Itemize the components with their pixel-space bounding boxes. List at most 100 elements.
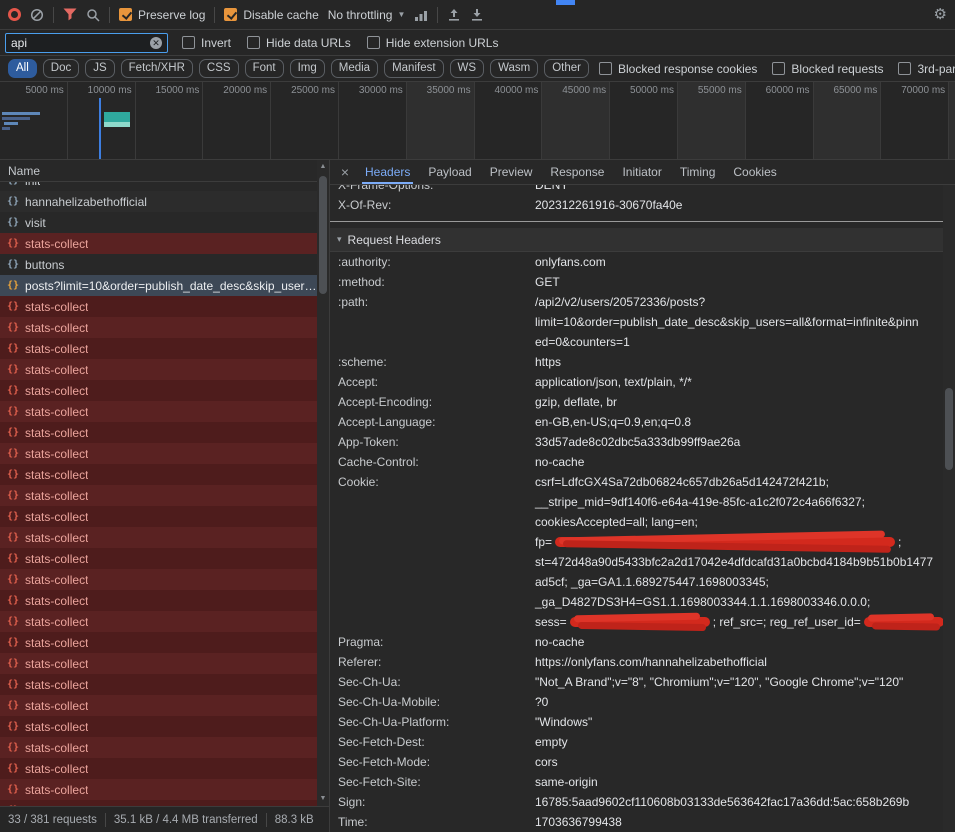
- header-name: Cache-Control:: [338, 452, 535, 472]
- request-row[interactable]: {}stats-collect: [0, 485, 317, 506]
- name-column-header[interactable]: Name: [0, 160, 329, 182]
- tab-initiator[interactable]: Initiator: [613, 160, 670, 184]
- preserve-log-checkbox[interactable]: [119, 8, 132, 21]
- hide-data-urls-checkbox[interactable]: [247, 36, 260, 49]
- throttling-select[interactable]: No throttling ▼: [328, 8, 406, 22]
- scroll-up-icon[interactable]: ▲: [317, 161, 329, 173]
- file-type-icon: {}: [7, 763, 19, 774]
- filter-type-font[interactable]: Font: [245, 59, 284, 78]
- request-row[interactable]: {}stats-collect: [0, 590, 317, 611]
- blocked-requests-checkbox[interactable]: [772, 62, 785, 75]
- request-row[interactable]: {}stats-collect: [0, 443, 317, 464]
- request-name: visit: [25, 216, 46, 230]
- detail-scrollbar[interactable]: [943, 185, 955, 832]
- filter-type-media[interactable]: Media: [331, 59, 378, 78]
- filter-type-js[interactable]: JS: [85, 59, 114, 78]
- filter-type-img[interactable]: Img: [290, 59, 325, 78]
- request-row[interactable]: {}stats-collect: [0, 317, 317, 338]
- network-overview[interactable]: 5000 ms10000 ms15000 ms20000 ms25000 ms3…: [0, 82, 955, 160]
- request-row[interactable]: {}stats-collect: [0, 548, 317, 569]
- request-name: stats-collect: [25, 468, 88, 482]
- file-type-icon: {}: [7, 616, 19, 627]
- search-icon[interactable]: [86, 8, 100, 22]
- network-conditions-icon[interactable]: [414, 9, 428, 21]
- request-row[interactable]: {}stats-collect: [0, 380, 317, 401]
- blocked-response-cookies-label: Blocked response cookies: [618, 62, 757, 76]
- request-row[interactable]: {}stats-collect: [0, 527, 317, 548]
- tab-cookies[interactable]: Cookies: [724, 160, 785, 184]
- filter-type-manifest[interactable]: Manifest: [384, 59, 443, 78]
- request-row[interactable]: {}stats-collect: [0, 737, 317, 758]
- 3rd-party-requests-option[interactable]: 3rd-party requests: [898, 62, 955, 76]
- request-row[interactable]: {}hannahelizabethofficial: [0, 191, 317, 212]
- invert-checkbox[interactable]: [182, 36, 195, 49]
- disable-cache-checkbox[interactable]: [224, 8, 237, 21]
- filter-input-field[interactable]: [11, 36, 141, 50]
- request-row[interactable]: {} visit: [0, 212, 317, 233]
- hide-extension-urls-checkbox[interactable]: [367, 36, 380, 49]
- preserve-log-option[interactable]: Preserve log: [119, 8, 205, 22]
- request-row[interactable]: {}stats-collect: [0, 632, 317, 653]
- filter-icon[interactable]: [63, 8, 77, 21]
- header-value: 1703636799438: [535, 812, 622, 832]
- request-row[interactable]: {}stats-collect: [0, 359, 317, 380]
- tab-headers[interactable]: Headers: [356, 160, 419, 184]
- request-row[interactable]: {}stats-collect: [0, 233, 317, 254]
- record-button[interactable]: [8, 8, 21, 21]
- request-row[interactable]: {}stats-collect: [0, 338, 317, 359]
- export-har-icon[interactable]: [470, 8, 484, 22]
- clear-filter-icon[interactable]: ✕: [150, 37, 162, 49]
- request-row[interactable]: {}stats-collect: [0, 506, 317, 527]
- filter-type-ws[interactable]: WS: [450, 59, 485, 78]
- request-row-selected[interactable]: {}posts?limit=10&order=publish_date_desc…: [0, 275, 317, 296]
- header-row: Time:1703636799438: [330, 812, 943, 832]
- invert-option[interactable]: Invert: [182, 36, 231, 50]
- scroll-down-icon[interactable]: ▼: [317, 793, 329, 805]
- request-row[interactable]: {}stats-collect: [0, 401, 317, 422]
- request-row[interactable]: {}stats-collect: [0, 422, 317, 443]
- filter-type-all[interactable]: All: [8, 59, 37, 78]
- hide-extension-urls-option[interactable]: Hide extension URLs: [367, 36, 499, 50]
- request-name: stats-collect: [25, 594, 88, 608]
- request-row[interactable]: {}stats-collect: [0, 716, 317, 737]
- filter-input[interactable]: ✕: [5, 33, 168, 53]
- file-type-icon: {}: [7, 217, 19, 228]
- request-headers-section[interactable]: ▾ Request Headers: [330, 228, 943, 252]
- request-row[interactable]: {}stats-collect: [0, 758, 317, 779]
- close-icon[interactable]: ×: [334, 160, 356, 184]
- request-row[interactable]: {}stats-collect: [0, 674, 317, 695]
- request-row[interactable]: {}stats-collect: [0, 569, 317, 590]
- request-row[interactable]: {}buttons: [0, 254, 317, 275]
- filter-type-css[interactable]: CSS: [199, 59, 239, 78]
- import-har-icon[interactable]: [447, 8, 461, 22]
- blocked-requests-option[interactable]: Blocked requests: [772, 62, 883, 76]
- header-row: X-Frame-Options:DENY: [330, 185, 943, 195]
- hide-data-urls-option[interactable]: Hide data URLs: [247, 36, 351, 50]
- settings-gear-icon[interactable]: ⚙: [934, 7, 947, 22]
- blocked-response-cookies-checkbox[interactable]: [599, 62, 612, 75]
- filter-type-other[interactable]: Other: [544, 59, 589, 78]
- header-row: Accept:application/json, text/plain, */*: [330, 372, 943, 392]
- request-row[interactable]: {}stats-collect: [0, 779, 317, 800]
- request-row[interactable]: {}stats-collect: [0, 464, 317, 485]
- clear-icon[interactable]: [30, 8, 44, 22]
- scrollbar-thumb[interactable]: [319, 176, 327, 294]
- filter-type-fetch-xhr[interactable]: Fetch/XHR: [121, 59, 193, 78]
- redaction-scribble: [864, 617, 943, 627]
- request-row[interactable]: {}stats-collect: [0, 653, 317, 674]
- tab-payload[interactable]: Payload: [419, 160, 480, 184]
- 3rd-party-requests-checkbox[interactable]: [898, 62, 911, 75]
- request-row[interactable]: {}init: [0, 182, 317, 191]
- tab-response[interactable]: Response: [541, 160, 613, 184]
- request-list-scrollbar[interactable]: ▲ ▼: [317, 160, 329, 806]
- scrollbar-thumb[interactable]: [945, 388, 953, 470]
- tab-preview[interactable]: Preview: [481, 160, 542, 184]
- disable-cache-option[interactable]: Disable cache: [224, 8, 318, 22]
- request-row[interactable]: {}stats-collect: [0, 296, 317, 317]
- blocked-response-cookies-option[interactable]: Blocked response cookies: [599, 62, 757, 76]
- filter-type-doc[interactable]: Doc: [43, 59, 79, 78]
- request-row[interactable]: {}stats-collect: [0, 695, 317, 716]
- request-row[interactable]: {}stats-collect: [0, 611, 317, 632]
- tab-timing[interactable]: Timing: [671, 160, 725, 184]
- filter-type-wasm[interactable]: Wasm: [490, 59, 538, 78]
